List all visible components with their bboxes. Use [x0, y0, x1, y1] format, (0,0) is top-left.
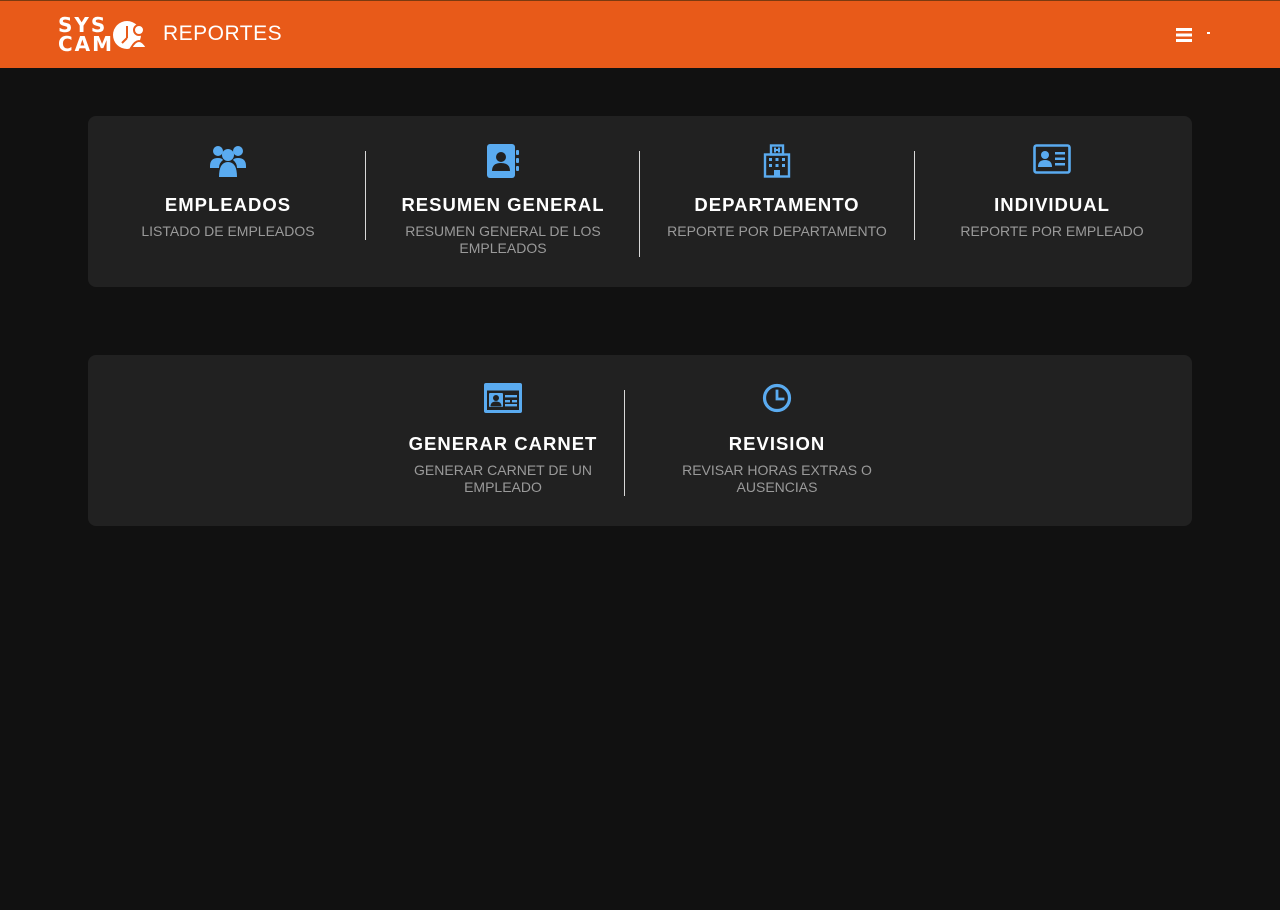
users-group-icon [210, 146, 246, 177]
report-subtitle: GENERAR CARNET DE UN EMPLEADO [414, 462, 592, 495]
reports-card-secondary: GENERAR CARNET GENERAR CARNET DE UN EMPL… [88, 355, 1192, 526]
hamburger-icon [1176, 28, 1192, 42]
id-badge-icon [484, 383, 522, 413]
reports-card-primary: EMPLEADOS LISTADO DE EMPLEADOS RESUMEN G… [88, 116, 1192, 287]
report-title: DEPARTAMENTO [694, 194, 860, 215]
action-generar-carnet[interactable]: GENERAR CARNET GENERAR CARNET DE UN EMPL… [366, 355, 640, 526]
report-empleados[interactable]: EMPLEADOS LISTADO DE EMPLEADOS [88, 116, 368, 287]
dropdown-caret-icon [1207, 32, 1210, 34]
clock-icon [762, 383, 792, 413]
report-departamento[interactable]: DEPARTAMENTO REPORTE POR DEPARTAMENTO [640, 116, 914, 287]
report-subtitle: RESUMEN GENERAL DE LOS EMPLEADOS [405, 223, 601, 256]
hospital-building-icon [763, 144, 791, 178]
contact-book-icon [487, 144, 519, 178]
logo-text-line2: CAM [58, 32, 115, 56]
divider [624, 390, 625, 496]
report-title: REVISION [728, 433, 826, 454]
report-title: GENERAR CARNET [408, 433, 598, 454]
top-bar: SYS CAM REPORTES [0, 0, 1280, 68]
report-title: RESUMEN GENERAL [401, 194, 605, 215]
syscam-logo[interactable]: SYS CAM [58, 15, 154, 55]
id-card-icon [1033, 144, 1071, 174]
report-title: INDIVIDUAL [994, 194, 1110, 215]
report-title: EMPLEADOS [164, 194, 292, 215]
report-subtitle: REPORTE POR EMPLEADO [960, 223, 1144, 239]
page-title: REPORTES [163, 22, 283, 45]
report-subtitle: REPORTE POR DEPARTAMENTO [667, 223, 887, 239]
logo-clock-person-icon [113, 21, 149, 49]
report-resumen-general[interactable]: RESUMEN GENERAL RESUMEN GENERAL DE LOS E… [366, 116, 640, 287]
menu-button[interactable] [1174, 25, 1214, 47]
report-subtitle: REVISAR HORAS EXTRAS O AUSENCIAS [682, 462, 872, 495]
action-revision[interactable]: REVISION REVISAR HORAS EXTRAS O AUSENCIA… [640, 355, 914, 526]
report-subtitle: LISTADO DE EMPLEADOS [141, 223, 315, 239]
report-individual[interactable]: INDIVIDUAL REPORTE POR EMPLEADO [915, 116, 1189, 287]
